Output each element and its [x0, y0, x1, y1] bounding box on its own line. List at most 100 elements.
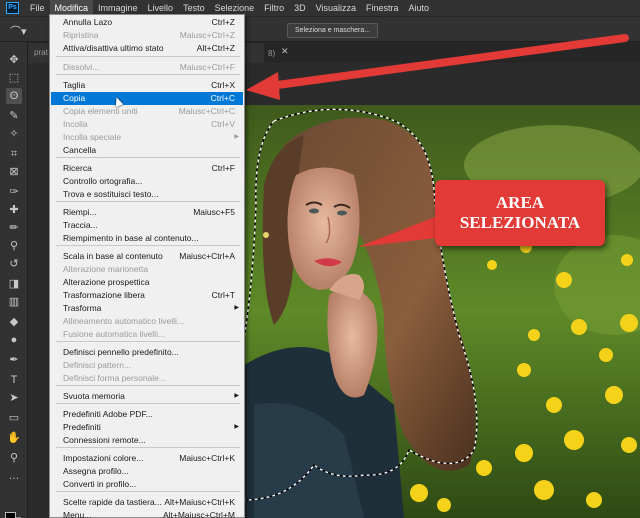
path-selection-icon[interactable]: ➤	[6, 390, 22, 406]
marquee-icon[interactable]: ⬚	[6, 70, 22, 86]
menu-item-label: Trasformazione libera	[63, 290, 145, 300]
menu-item-label: Svuota memoria	[63, 391, 125, 401]
menu-item-incolla-speciale: Incolla speciale ▶	[51, 131, 243, 144]
menu-item-trasformazione-libera[interactable]: Trasformazione libera Ctrl+T	[51, 289, 243, 302]
menu-item-svuota-memoria[interactable]: Svuota memoria ▶	[51, 390, 243, 403]
menu-item-connessioni-remote[interactable]: Connessioni remote...	[51, 434, 243, 447]
menu-item-label: Traccia...	[63, 220, 98, 230]
menu-item-shortcut: Ctrl+Z	[211, 17, 235, 27]
history-brush-icon[interactable]: ↺	[6, 256, 22, 272]
menu-item-label: Copia	[63, 93, 86, 103]
menu-item-label: Definisci pattern...	[63, 360, 132, 370]
menu-item-definisci-pennello-predefinito[interactable]: Definisci pennello predefinito...	[51, 346, 243, 359]
menu-item-alterazione-prospettica[interactable]: Alterazione prospettica	[51, 276, 243, 289]
menu-item-riempimento-in-base-al-contenuto[interactable]: Riempimento in base al contenuto...	[51, 232, 243, 245]
menu-item-alterazione-marionetta: Alterazione marionetta	[51, 263, 243, 276]
magic-wand-icon[interactable]: ✧	[6, 126, 22, 142]
menu-item-label: Predefiniti Adobe PDF...	[63, 409, 153, 419]
menu-item-label: Alterazione marionetta	[63, 264, 149, 274]
menu-item-predefiniti[interactable]: Predefiniti ▶	[51, 421, 243, 434]
menu-item-ricerca[interactable]: Ricerca Ctrl+F	[51, 162, 243, 175]
menu-item-shortcut: Maiusc+Ctrl+F	[179, 62, 235, 72]
menu-item-definisci-pattern: Definisci pattern...	[51, 359, 243, 372]
zoom-icon[interactable]: ⚲	[6, 450, 22, 466]
menu-item-shortcut: Maiusc+Ctrl+C	[178, 106, 235, 116]
menu-visualizza[interactable]: Visualizza	[311, 0, 361, 16]
menu-item-label: Menu...	[63, 510, 92, 518]
menu-item-label: Definisci forma personale...	[63, 373, 166, 383]
move-icon[interactable]: ✥	[6, 52, 22, 68]
menu-item-label: Allineamento automatico livelli...	[63, 316, 184, 326]
lasso-tool-preset-icon[interactable]: ⌒▾	[10, 23, 32, 38]
menu-aiuto[interactable]: Aiuto	[404, 0, 435, 16]
eraser-icon[interactable]: ◨	[6, 276, 22, 292]
lasso-icon[interactable]: ʘ	[6, 88, 22, 104]
gradient-icon[interactable]: ▥	[6, 294, 22, 310]
clone-stamp-icon[interactable]: ⚲	[6, 238, 22, 254]
menu-item-label: Annulla Lazo	[63, 17, 113, 27]
callout-line-2: SELEZIONATA	[459, 213, 581, 232]
menu-item-taglia[interactable]: Taglia Ctrl+X	[51, 79, 243, 92]
menu-item-impostazioni-colore[interactable]: Impostazioni colore... Maiusc+Ctrl+K	[51, 452, 243, 465]
menu-item-copia[interactable]: Copia Ctrl+C	[51, 92, 243, 105]
crop-icon[interactable]: ⌗	[6, 146, 22, 162]
menu-item-label: Copia elementi uniti	[63, 106, 138, 116]
menu-item-controllo-ortografia[interactable]: Controllo ortografia...	[51, 175, 243, 188]
pen-icon[interactable]: ✒	[6, 352, 22, 368]
more-tools-icon[interactable]: …	[6, 468, 22, 484]
menu-item-label: Scelte rapide da tastiera...	[63, 497, 162, 507]
callout-line-1: AREA	[495, 193, 545, 212]
menu-item-assegna-profilo[interactable]: Assegna profilo...	[51, 465, 243, 478]
menu-item-shortcut: Maiusc+Ctrl+Z	[179, 30, 235, 40]
menu-item-traccia[interactable]: Traccia...	[51, 219, 243, 232]
menu-item-label: Converti in profilo...	[63, 479, 137, 489]
menu-separator	[56, 74, 240, 75]
foreground-color-swatch[interactable]	[5, 512, 16, 518]
menu-file[interactable]: File	[25, 0, 50, 16]
menu-filtro[interactable]: Filtro	[259, 0, 289, 16]
menu-item-cancella[interactable]: Cancella	[51, 144, 243, 157]
menu-item-attiva-disattiva-ultimo-stato[interactable]: Attiva/disattiva ultimo stato Alt+Ctrl+Z	[51, 42, 243, 55]
menu-item-label: Cancella	[63, 145, 97, 155]
menu-item-scelte-rapide-da-tastiera[interactable]: Scelte rapide da tastiera... Alt+Maiusc+C…	[51, 496, 243, 509]
menu-item-label: Ripristina	[63, 30, 99, 40]
menu-separator	[56, 491, 240, 492]
menu-item-fusione-automatica-livelli: Fusione automatica livelli...	[51, 328, 243, 341]
menu-separator	[56, 245, 240, 246]
menu-item-label: Fusione automatica livelli...	[63, 329, 166, 339]
menu-item-annulla-lazo[interactable]: Annulla Lazo Ctrl+Z	[51, 16, 243, 29]
photo-woman-in-flower-field[interactable]	[234, 105, 640, 518]
menu-item-ripristina: Ripristina Maiusc+Ctrl+Z	[51, 29, 243, 42]
eyedropper-icon[interactable]: ✑	[6, 184, 22, 200]
menu-item-converti-in-profilo[interactable]: Converti in profilo...	[51, 478, 243, 491]
submenu-arrow-icon: ▶	[234, 424, 239, 430]
type-icon[interactable]: T	[6, 372, 22, 388]
menu-item-trasforma[interactable]: Trasforma ▶	[51, 302, 243, 315]
edit-menu-dropdown: Annulla Lazo Ctrl+Z Ripristina Maiusc+Ctrl+…	[49, 14, 245, 518]
menu-item-predefiniti-adobe-pdf[interactable]: Predefiniti Adobe PDF...	[51, 408, 243, 421]
blur-icon[interactable]: ◆	[6, 314, 22, 330]
menu-item-shortcut: Maiusc+F5	[193, 207, 235, 217]
healing-brush-icon[interactable]: ✚	[6, 202, 22, 218]
menu-finestra[interactable]: Finestra	[361, 0, 404, 16]
menu-item-label: Definisci pennello predefinito...	[63, 347, 179, 357]
rectangle-icon[interactable]: ▭	[6, 410, 22, 426]
dodge-icon[interactable]: ●	[6, 332, 22, 348]
menu-separator	[56, 56, 240, 57]
menu-separator	[56, 403, 240, 404]
menu-item-label: Riempi...	[63, 207, 97, 217]
menu-item-scala-in-base-al-contenuto[interactable]: Scala in base al contenuto Maiusc+Ctrl+A	[51, 250, 243, 263]
frame-icon[interactable]: ⊠	[6, 164, 22, 180]
quick-selection-icon[interactable]: ✎	[6, 108, 22, 124]
hand-icon[interactable]: ✋	[6, 430, 22, 446]
menu-3d[interactable]: 3D	[289, 0, 311, 16]
menu-item-trova-e-sostituisci-testo[interactable]: Trova e sostituisci testo...	[51, 188, 243, 201]
menu-item-menu[interactable]: Menu... Alt+Maiusc+Ctrl+M	[51, 509, 243, 518]
brush-icon[interactable]: ✏	[6, 220, 22, 236]
submenu-arrow-icon: ▶	[234, 393, 239, 399]
menu-item-label: Scala in base al contenuto	[63, 251, 163, 261]
menu-item-label: Alterazione prospettica	[63, 277, 150, 287]
menu-item-riempi[interactable]: Riempi... Maiusc+F5	[51, 206, 243, 219]
menu-item-shortcut: Alt+Ctrl+Z	[196, 43, 235, 53]
menu-item-label: Assegna profilo...	[63, 466, 129, 476]
